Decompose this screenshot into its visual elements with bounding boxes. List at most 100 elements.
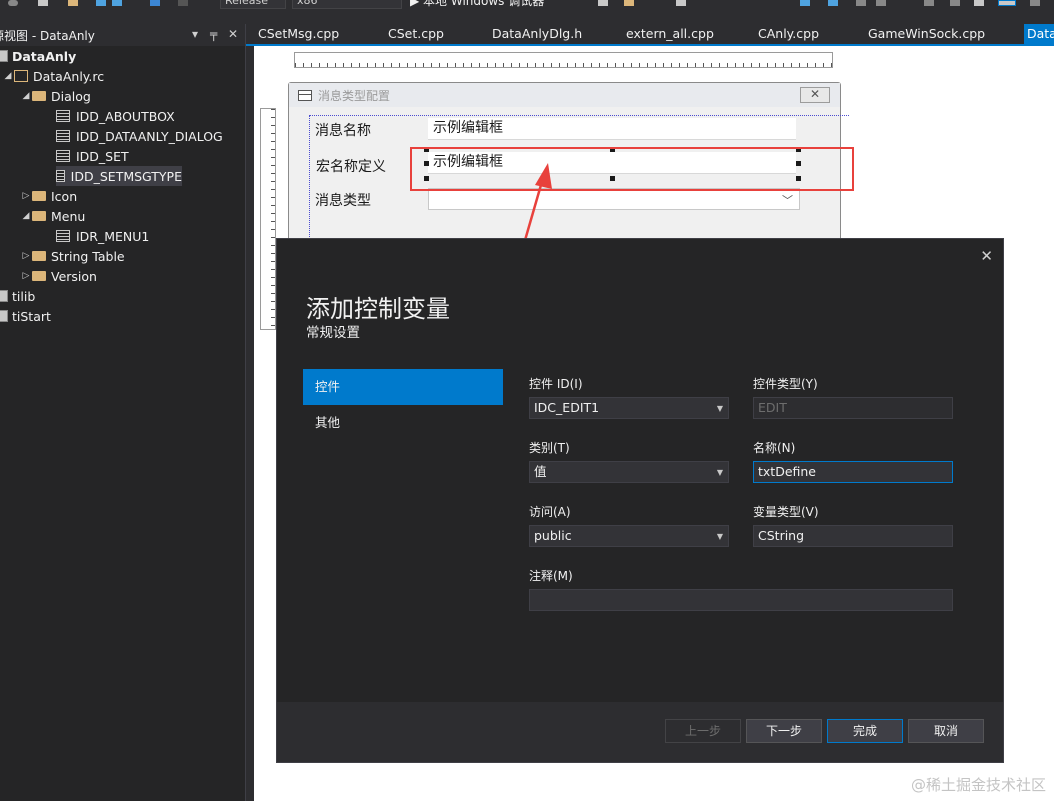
tab-extern-all-cpp[interactable]: extern_all.cpp [626, 24, 714, 46]
toolbar-icon-g[interactable] [876, 0, 886, 6]
tab-dataanlydlg-h[interactable]: DataAnlyDlg.h [492, 24, 582, 46]
save-icon[interactable] [96, 0, 106, 6]
tree-item-version[interactable]: ▷ Version [20, 266, 97, 286]
annotation-highlight-box [410, 147, 854, 191]
tab-canly-cpp[interactable]: CAnly.cpp [758, 24, 819, 46]
tree-item-dialog[interactable]: ◢ Dialog [20, 86, 91, 106]
redo-icon[interactable] [178, 0, 188, 6]
dialog-footer: 上一步 下一步 完成 取消 [277, 702, 1003, 762]
menu-resource-icon [56, 230, 70, 242]
run-debugger-button[interactable]: ▶ 本地 Windows 调试器 [410, 0, 544, 9]
tab-cset-cpp[interactable]: CSet.cpp [388, 24, 444, 46]
expand-down-icon[interactable]: ◢ [20, 211, 32, 221]
category-select[interactable]: 值 ▼ [529, 461, 729, 483]
folder-open-icon [32, 91, 46, 101]
platform-select[interactable]: x86 [292, 0, 402, 9]
toolbar-icon-i[interactable] [950, 0, 960, 6]
toolbar-icon-b[interactable] [624, 0, 634, 6]
access-select[interactable]: public ▼ [529, 525, 729, 547]
toolbar-icon-f[interactable] [856, 0, 866, 6]
name-label: 名称(N) [753, 441, 796, 455]
tree-item-idr-menu1[interactable]: IDR_MENU1 [56, 226, 149, 246]
tree-item-idd-set[interactable]: IDD_SET [56, 146, 129, 166]
folder-icon [32, 191, 46, 201]
combo-message-type[interactable]: ﹀ [428, 188, 800, 210]
previous-button[interactable]: 上一步 [665, 719, 741, 743]
nav-item-control[interactable]: 控件 [303, 369, 503, 405]
main-toolbar: Release x86 ▶ 本地 Windows 调试器 [0, 0, 1054, 12]
toolbar-icon-e[interactable] [828, 0, 838, 6]
access-label: 访问(A) [529, 505, 571, 519]
toolbar-icon-k[interactable] [998, 0, 1016, 6]
undo-icon[interactable] [150, 0, 160, 6]
tree-item-label: IDR_MENU1 [76, 228, 150, 244]
panel-dropdown-icon[interactable]: ▾ [192, 27, 198, 41]
expand-right-icon[interactable]: ▷ [20, 251, 32, 261]
toolbar-icon-h[interactable] [924, 0, 934, 6]
folder-icon [32, 251, 46, 261]
tree-item-idd-dataanly-dialog[interactable]: IDD_DATAANLY_DIALOG [56, 126, 223, 146]
expand-down-icon[interactable]: ◢ [20, 91, 32, 101]
panel-title: 源视图 - DataAnly [0, 28, 95, 43]
back-icon[interactable] [8, 0, 18, 6]
name-input[interactable]: txtDefine [753, 461, 953, 483]
expand-down-icon[interactable]: ◢ [2, 71, 14, 81]
control-id-select[interactable]: IDC_EDIT1 ▼ [529, 397, 729, 419]
tree-item-rc[interactable]: ◢ DataAnly.rc [2, 66, 105, 86]
tree-item-idd-aboutbox[interactable]: IDD_ABOUTBOX [56, 106, 175, 126]
project-icon [0, 50, 8, 62]
toolbar-icon-a[interactable] [598, 0, 608, 6]
control-type-field: EDIT [753, 397, 953, 419]
watermark: @稀土掘金技术社区 [910, 776, 1046, 794]
tree-item-tistart[interactable]: tiStart [0, 306, 51, 326]
horizontal-ruler[interactable] [294, 52, 833, 68]
expand-right-icon[interactable]: ▷ [20, 271, 32, 281]
label-message-type: 消息类型 [315, 193, 371, 209]
pin-icon[interactable]: ╤ [210, 27, 217, 41]
comment-input[interactable] [529, 589, 953, 611]
finish-button[interactable]: 完成 [827, 719, 903, 743]
tab-gamewinsock-cpp[interactable]: GameWinSock.cpp [868, 24, 985, 46]
close-icon[interactable]: ✕ [800, 87, 830, 103]
new-file-icon[interactable] [38, 0, 48, 6]
tree-item-label: Dialog [51, 88, 91, 104]
next-button[interactable]: 下一步 [746, 719, 822, 743]
document-tabs: CSetMsg.cpp CSet.cpp DataAnlyDlg.h exter… [246, 24, 1054, 46]
tree-item-label: String Table [51, 248, 125, 264]
dialog-resource-icon [56, 170, 65, 182]
tree-item-string-table[interactable]: ▷ String Table [20, 246, 125, 266]
edit-message-name[interactable]: 示例编辑框 [428, 118, 796, 140]
save-all-icon[interactable] [112, 0, 122, 6]
category-label: 类别(T) [529, 441, 570, 455]
folder-open-icon [32, 211, 46, 221]
variable-type-label: 变量类型(V) [753, 505, 819, 519]
tree-item-tilib[interactable]: tilib [0, 286, 35, 306]
tree-item-menu[interactable]: ◢ Menu [20, 206, 86, 226]
panel-header: 源视图 - DataAnly ▾ ╤ ✕ [0, 24, 245, 46]
toolbar-icon-c[interactable] [676, 0, 686, 6]
nav-item-other[interactable]: 其他 [303, 405, 503, 441]
tree-item-idd-setmsgtype[interactable]: IDD_SETMSGTYPE [56, 166, 182, 186]
tree-item-project[interactable]: DataAnly [0, 46, 76, 66]
toolbar-icon-j[interactable] [974, 0, 984, 6]
control-type-label: 控件类型(Y) [753, 377, 818, 391]
dialog-preview-title: 消息类型配置 [318, 88, 391, 103]
variable-type-input[interactable]: CString [753, 525, 953, 547]
close-panel-icon[interactable]: ✕ [228, 27, 238, 41]
project-icon [0, 310, 8, 322]
category-value: 值 [534, 464, 547, 479]
cancel-button[interactable]: 取消 [908, 719, 984, 743]
tab-data-active[interactable]: Data [1024, 24, 1054, 46]
tab-csetmsg-cpp[interactable]: CSetMsg.cpp [258, 24, 339, 46]
expand-right-icon[interactable]: ▷ [20, 191, 32, 201]
vertical-ruler[interactable] [260, 108, 276, 330]
toolbar-icon-l[interactable] [1030, 0, 1040, 6]
tree-item-icon[interactable]: ▷ Icon [20, 186, 78, 206]
configuration-select[interactable]: Release [220, 0, 286, 9]
toolbar-icon-d[interactable] [800, 0, 810, 6]
open-folder-icon[interactable] [68, 0, 78, 6]
close-icon[interactable]: ✕ [980, 247, 993, 265]
tree-item-label: IDD_DATAANLY_DIALOG [76, 128, 223, 144]
window-icon [298, 89, 312, 101]
resource-view-panel: 源视图 - DataAnly ▾ ╤ ✕ DataAnly ◢ DataAnly… [0, 24, 246, 801]
